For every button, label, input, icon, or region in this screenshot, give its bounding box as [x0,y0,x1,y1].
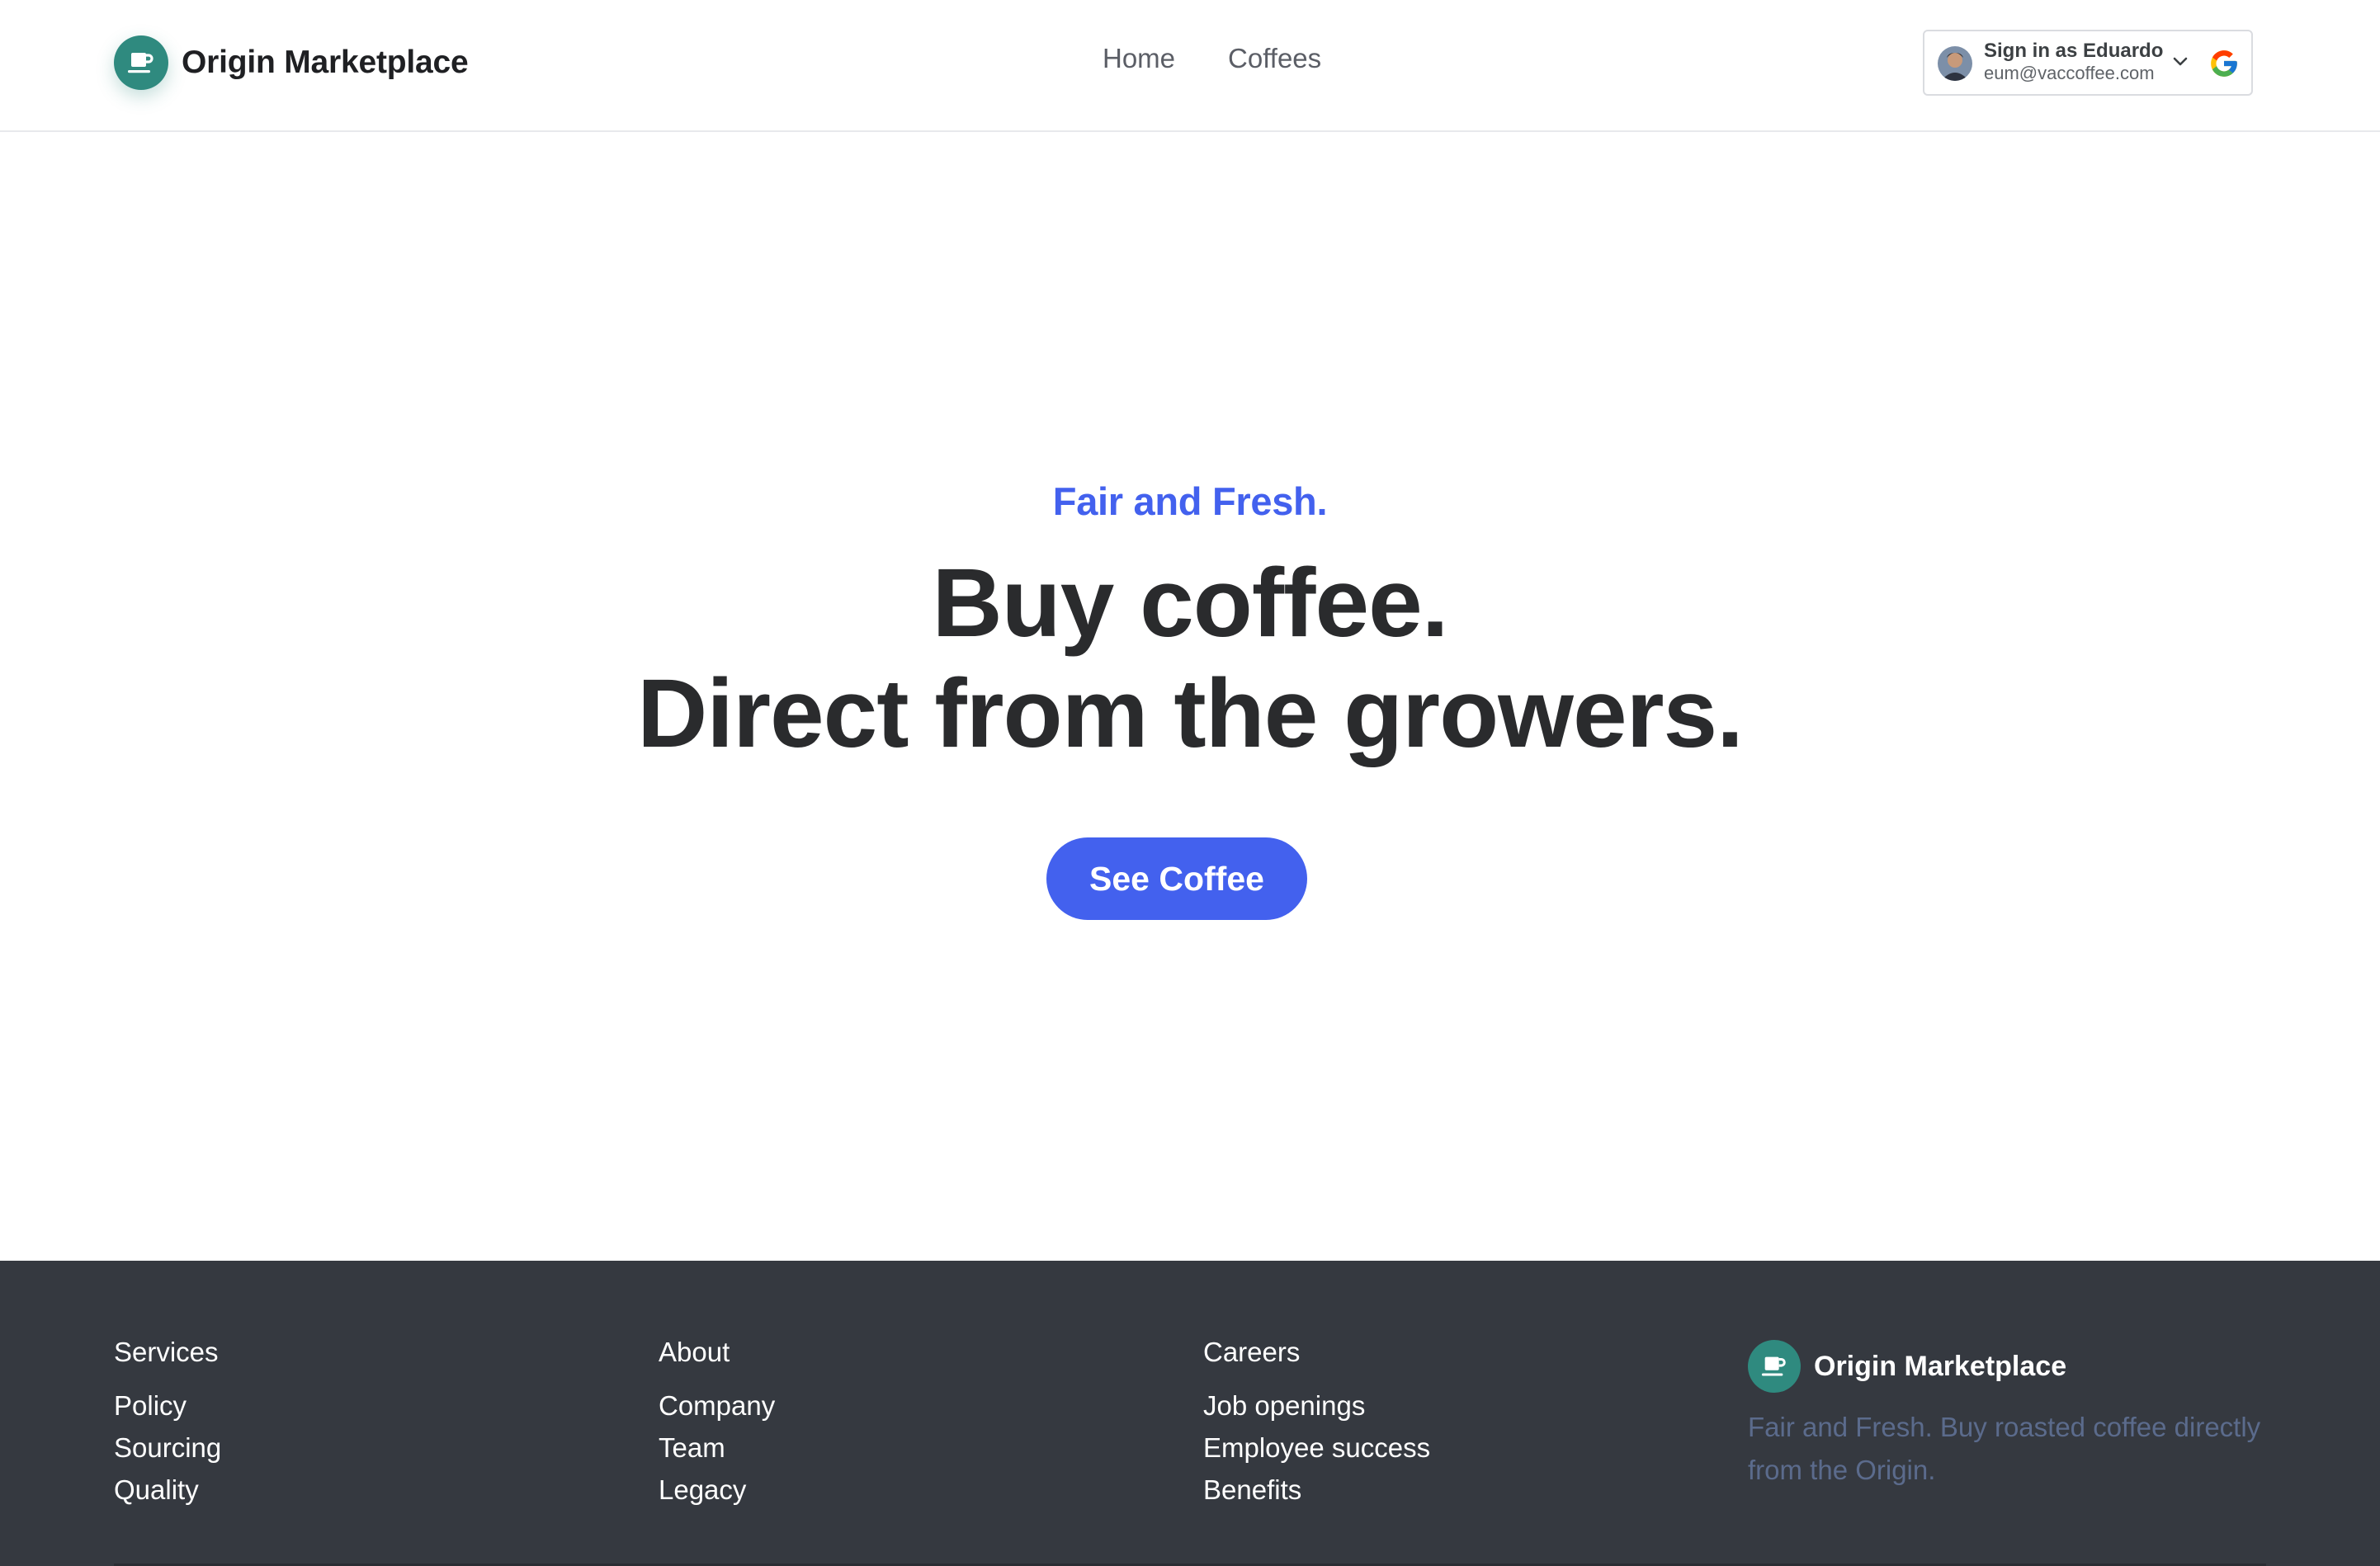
brand-name: Origin Marketplace [182,45,469,80]
footer-column-careers: Careers Job openings Employee success Be… [1203,1337,1430,1511]
signin-label: Sign in as Eduardo [1984,40,2164,62]
google-signin-button[interactable]: Sign in as Eduardo eum@vaccoffee.com [1923,30,2253,96]
hero-headline-line-1: Buy coffee. [932,549,1448,658]
footer-tagline: Fair and Fresh. Buy roasted coffee direc… [1748,1412,2261,1485]
site-footer: Services Policy Sourcing Quality About C… [0,1261,2380,1566]
footer-link-company[interactable]: Company [659,1384,775,1427]
footer-link-quality[interactable]: Quality [114,1469,221,1511]
footer-heading: About [659,1337,730,1367]
hero-headline: Buy coffee. Direct from the growers. [0,548,2380,769]
nav-link-home[interactable]: Home [1103,43,1175,74]
hero-headline-line-2: Direct from the growers. [637,659,1744,768]
footer-link-legacy[interactable]: Legacy [659,1469,775,1511]
main-nav: Home Coffees [1103,43,1321,74]
footer-link-policy[interactable]: Policy [114,1384,221,1427]
footer-link-benefits[interactable]: Benefits [1203,1469,1430,1511]
footer-link-team[interactable]: Team [659,1427,775,1469]
footer-column-services: Services Policy Sourcing Quality [114,1337,221,1511]
footer-brand[interactable]: Origin Marketplace [1748,1340,2066,1393]
chevron-down-icon[interactable] [2172,56,2189,72]
hero-section: Fair and Fresh. Buy coffee. Direct from … [0,132,2380,1261]
hero-eyebrow: Fair and Fresh. [1052,479,1328,523]
brand-logo-link[interactable]: Origin Marketplace [114,35,469,90]
coffee-cup-icon [1748,1340,1801,1393]
coffee-cup-icon [114,35,168,90]
nav-link-coffees[interactable]: Coffees [1228,43,1321,74]
footer-link-sourcing[interactable]: Sourcing [114,1427,221,1469]
footer-brand-name: Origin Marketplace [1814,1350,2067,1382]
signin-email: eum@vaccoffee.com [1984,63,2155,83]
footer-heading: Careers [1203,1337,1301,1367]
footer-link-job-openings[interactable]: Job openings [1203,1384,1430,1427]
google-g-icon [2208,48,2240,83]
footer-column-about: About Company Team Legacy [659,1337,775,1511]
footer-link-employee-success[interactable]: Employee success [1203,1427,1430,1469]
footer-heading: Services [114,1337,219,1367]
site-header: Origin Marketplace Home Coffees Sign in … [0,0,2380,132]
avatar [1938,46,1972,81]
see-coffee-button[interactable]: See Coffee [1046,837,1307,920]
